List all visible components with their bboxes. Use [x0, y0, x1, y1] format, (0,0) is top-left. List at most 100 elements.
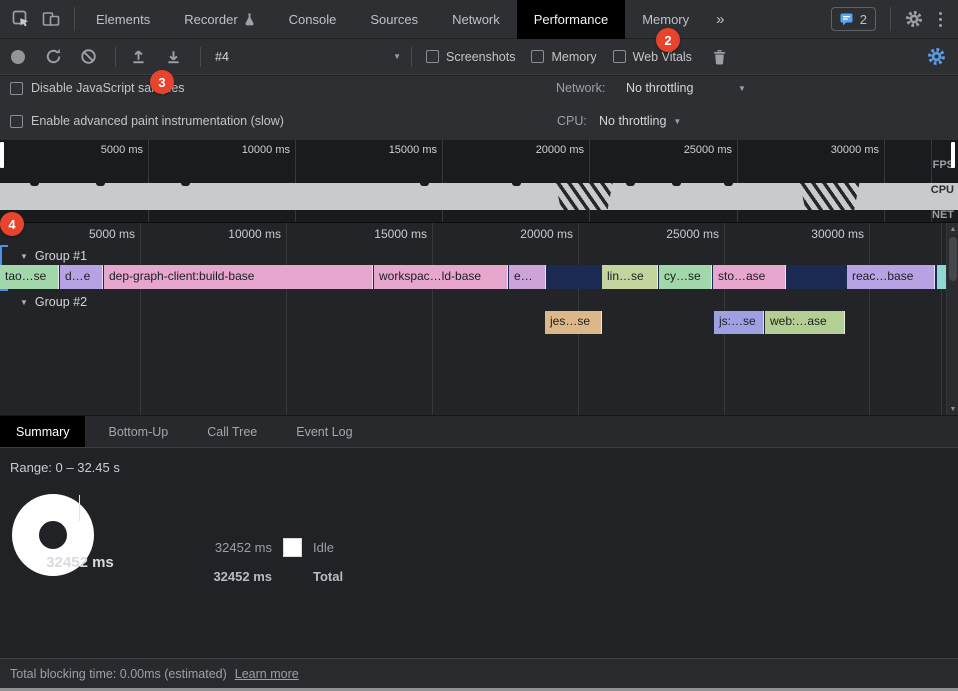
time-tick: 25000 ms — [666, 227, 719, 241]
scrollbar-thumb[interactable] — [949, 237, 957, 281]
chat-bubble-icon — [840, 13, 854, 26]
activity-donut-chart: 32452 ms — [12, 494, 148, 630]
summary-panel: Range: 0 – 32.45 s 32452 ms 32452 ms Idl… — [0, 449, 958, 658]
reload-and-record-icon[interactable] — [45, 48, 62, 65]
time-tick: 20000 ms — [520, 227, 573, 241]
cpu-throttling-select[interactable]: CPU: No throttling ▼ — [557, 114, 681, 128]
time-tick: 5000 ms — [89, 227, 135, 241]
flame-bar[interactable]: e… — [509, 265, 546, 289]
time-tick: 10000 ms — [242, 144, 290, 156]
flame-bar[interactable]: d…e — [60, 265, 103, 289]
chevron-down-icon: ▼ — [673, 117, 681, 126]
checkbox-box — [10, 115, 23, 128]
legend-row-idle: 32452 ms Idle — [207, 538, 334, 557]
cpu-dip — [672, 183, 681, 186]
tab-performance[interactable]: Performance — [517, 0, 625, 39]
checkbox-box — [10, 82, 23, 95]
memory-checkbox[interactable]: Memory — [531, 50, 596, 64]
more-tabs-button[interactable]: » — [706, 11, 734, 28]
tutorial-step-badge-2: 2 — [656, 28, 680, 52]
clear-icon[interactable] — [80, 48, 97, 65]
tab-sources[interactable]: Sources — [353, 0, 435, 39]
profile-select[interactable]: #4 ▼ — [215, 50, 401, 64]
scroll-up-arrow[interactable]: ▲ — [947, 226, 958, 233]
flame-bar[interactable]: web:…ase — [765, 311, 845, 334]
flame-bar[interactable]: js:…se — [714, 311, 764, 334]
time-tick: 15000 ms — [389, 144, 437, 156]
divider — [200, 47, 201, 67]
divider — [74, 7, 75, 31]
chevron-down-icon: ▼ — [738, 84, 746, 93]
record-button[interactable] — [11, 50, 25, 64]
collapse-triangle-icon: ▼ — [20, 298, 28, 307]
checkbox-box — [426, 50, 439, 63]
total-blocking-time-text: Total blocking time: 0.00ms (estimated) — [10, 667, 227, 681]
group-2-header[interactable]: ▼ Group #2 — [20, 295, 87, 309]
range-handle-left[interactable] — [0, 142, 4, 168]
flame-bar[interactable]: cy…se — [659, 265, 712, 289]
group-1-track: tao…se d…e dep-graph-client:build-base w… — [0, 265, 946, 289]
idle-color-swatch — [283, 538, 302, 557]
trash-icon[interactable] — [712, 49, 727, 65]
time-tick: 15000 ms — [374, 227, 427, 241]
performance-toolbar: #4 ▼ Screenshots Memory Web Vitals — [0, 39, 958, 75]
flame-bar[interactable]: dep-graph-client:build-base — [104, 265, 373, 289]
kebab-menu-icon[interactable] — [933, 12, 948, 27]
time-tick: 20000 ms — [536, 144, 584, 156]
load-profile-icon[interactable] — [130, 48, 147, 65]
time-tick: 25000 ms — [684, 144, 732, 156]
range-handle-right[interactable] — [951, 142, 955, 168]
range-text: Range: 0 – 32.45 s — [10, 460, 120, 475]
feedback-button[interactable]: 2 — [831, 7, 876, 31]
chevron-down-icon: ▼ — [393, 52, 401, 61]
legend-row-total: 32452 ms Total — [207, 569, 343, 584]
tab-event-log[interactable]: Event Log — [280, 416, 368, 447]
group-2-track: jes…se js:…se web:…ase — [0, 311, 946, 334]
time-tick: 30000 ms — [811, 227, 864, 241]
cpu-activity-band — [0, 183, 958, 210]
net-track-label: NET — [932, 209, 954, 221]
time-tick: 10000 ms — [228, 227, 281, 241]
settings-gear-icon[interactable] — [905, 10, 923, 28]
details-tabbar: Summary Bottom-Up Call Tree Event Log — [0, 415, 958, 448]
timeline-overview[interactable]: 5000 ms 10000 ms 15000 ms 20000 ms 25000… — [0, 140, 958, 222]
cpu-dip — [420, 183, 429, 186]
divider — [115, 47, 116, 67]
tab-bottom-up[interactable]: Bottom-Up — [92, 416, 184, 447]
inspect-element-icon[interactable] — [12, 10, 30, 28]
device-toolbar-icon[interactable] — [42, 10, 60, 28]
flame-bar[interactable]: tao…se — [0, 265, 59, 289]
checkbox-box — [531, 50, 544, 63]
flame-bar[interactable]: jes…se — [545, 311, 602, 334]
vertical-scrollbar[interactable]: ▲ ▼ — [946, 223, 958, 416]
experiment-flask-icon — [244, 13, 255, 26]
flame-bar[interactable]: reac…base — [847, 265, 935, 289]
time-tick: 5000 ms — [101, 144, 143, 156]
flame-bar[interactable]: lin…se — [602, 265, 658, 289]
tab-elements[interactable]: Elements — [79, 0, 167, 39]
tab-console[interactable]: Console — [272, 0, 354, 39]
flame-bar[interactable]: sto…ase — [713, 265, 786, 289]
cpu-hatched-region — [797, 183, 862, 210]
flame-chart[interactable]: 5000 ms 10000 ms 15000 ms 20000 ms 25000… — [0, 222, 958, 415]
tab-summary[interactable]: Summary — [0, 416, 85, 447]
network-throttling-select[interactable]: Network: No throttling ▼ — [556, 81, 746, 95]
tutorial-step-badge-3: 3 — [150, 70, 174, 94]
learn-more-link[interactable]: Learn more — [235, 667, 299, 681]
tab-call-tree[interactable]: Call Tree — [191, 416, 273, 447]
tutorial-step-badge-4: 4 — [0, 212, 24, 236]
group-1-header[interactable]: ▼ Group #1 — [20, 249, 87, 263]
save-profile-icon[interactable] — [165, 48, 182, 65]
status-bar: Total blocking time: 0.00ms (estimated) … — [0, 658, 958, 688]
screenshots-checkbox[interactable]: Screenshots — [426, 50, 515, 64]
web-vitals-checkbox[interactable]: Web Vitals — [613, 50, 692, 64]
scroll-down-arrow[interactable]: ▼ — [947, 406, 958, 413]
tab-network[interactable]: Network — [435, 0, 517, 39]
flame-bar[interactable]: workspac…ld-base — [374, 265, 508, 289]
capture-settings-gear-icon[interactable] — [927, 47, 946, 66]
cpu-dip — [96, 183, 105, 186]
checkbox-box — [613, 50, 626, 63]
tab-recorder[interactable]: Recorder — [167, 0, 271, 39]
cpu-dip — [512, 183, 521, 186]
advanced-paint-checkbox[interactable]: Enable advanced paint instrumentation (s… — [10, 114, 284, 128]
